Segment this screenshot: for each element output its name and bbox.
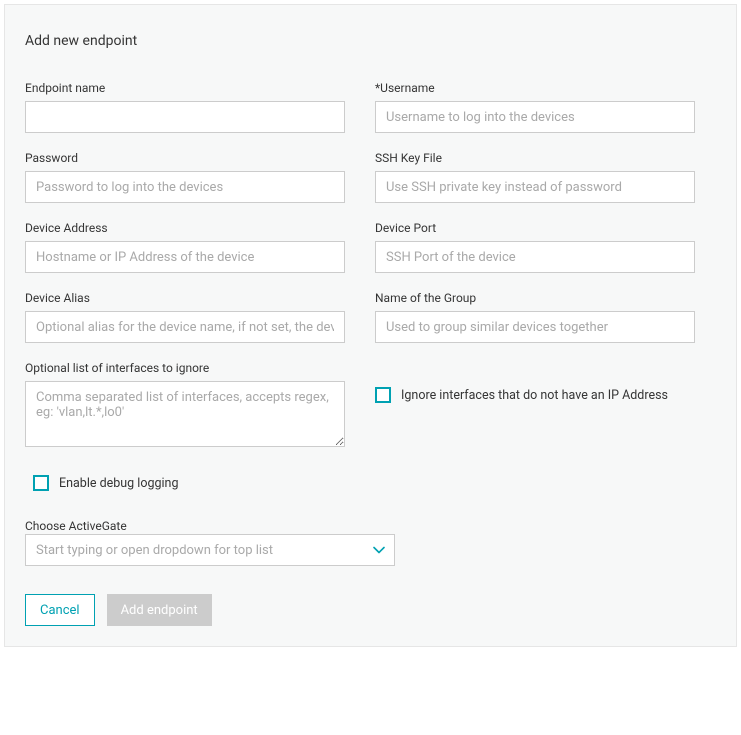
form-row: Endpoint name *Username [25, 81, 716, 133]
activegate-dropdown-value: Start typing or open dropdown for top li… [25, 534, 395, 566]
device-alias-input[interactable] [25, 311, 345, 343]
password-label: Password [25, 151, 345, 165]
username-field-group: *Username [375, 81, 695, 133]
cancel-button[interactable]: Cancel [25, 594, 95, 626]
ssh-key-label: SSH Key File [375, 151, 695, 165]
device-address-field-group: Device Address [25, 221, 345, 273]
device-port-field-group: Device Port [375, 221, 695, 273]
endpoint-name-input[interactable] [25, 101, 345, 133]
device-address-input[interactable] [25, 241, 345, 273]
activegate-dropdown[interactable]: Start typing or open dropdown for top li… [25, 534, 395, 566]
checkbox-icon [33, 475, 49, 491]
form-row: Optional list of interfaces to ignore Ig… [25, 361, 716, 447]
panel-title: Add new endpoint [25, 33, 716, 49]
ssh-key-input[interactable] [375, 171, 695, 203]
add-endpoint-button[interactable]: Add endpoint [107, 594, 212, 626]
device-alias-label: Device Alias [25, 291, 345, 305]
device-address-label: Device Address [25, 221, 345, 235]
form-row: Device Alias Name of the Group [25, 291, 716, 343]
ssh-key-field-group: SSH Key File [375, 151, 695, 203]
ignore-interfaces-textarea[interactable] [25, 381, 345, 447]
endpoint-name-field-group: Endpoint name [25, 81, 345, 133]
endpoint-name-label: Endpoint name [25, 81, 345, 95]
group-name-input[interactable] [375, 311, 695, 343]
group-name-field-group: Name of the Group [375, 291, 695, 343]
username-label: *Username [375, 81, 695, 95]
device-port-input[interactable] [375, 241, 695, 273]
ignore-no-ip-group: Ignore interfaces that do not have an IP… [375, 361, 695, 447]
debug-logging-checkbox-wrap[interactable]: Enable debug logging [25, 475, 716, 491]
ignore-interfaces-label: Optional list of interfaces to ignore [25, 361, 345, 375]
activegate-label: Choose ActiveGate [25, 519, 127, 533]
device-port-label: Device Port [375, 221, 695, 235]
checkbox-icon [375, 387, 391, 403]
device-alias-field-group: Device Alias [25, 291, 345, 343]
password-input[interactable] [25, 171, 345, 203]
activegate-field-group: Choose ActiveGate Start typing or open d… [25, 519, 395, 566]
ignore-interfaces-field-group: Optional list of interfaces to ignore [25, 361, 345, 447]
ignore-no-ip-checkbox-wrap[interactable]: Ignore interfaces that do not have an IP… [375, 381, 695, 403]
group-name-label: Name of the Group [375, 291, 695, 305]
debug-logging-checkbox-label: Enable debug logging [59, 476, 178, 491]
form-row: Password SSH Key File [25, 151, 716, 203]
password-field-group: Password [25, 151, 345, 203]
add-endpoint-panel: Add new endpoint Endpoint name *Username… [4, 4, 737, 647]
username-input[interactable] [375, 101, 695, 133]
ignore-no-ip-checkbox-label: Ignore interfaces that do not have an IP… [401, 388, 668, 403]
form-row: Device Address Device Port [25, 221, 716, 273]
button-row: Cancel Add endpoint [25, 594, 716, 626]
